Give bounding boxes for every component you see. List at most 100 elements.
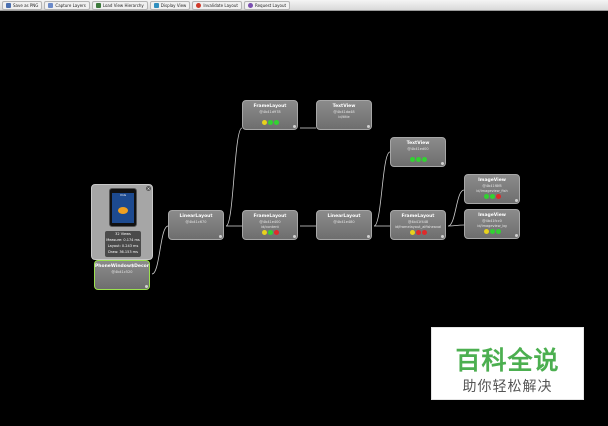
render-metrics: 32 Views Measure: 0.174 ms Layout: 0.243… <box>105 231 141 257</box>
node-corner-icon <box>515 199 518 202</box>
request-icon <box>247 2 253 8</box>
node-title: ImageView <box>478 178 506 183</box>
node-res-id: id/framelayout_alfisheaval <box>394 225 442 229</box>
hierarchy-icon <box>95 2 101 8</box>
close-icon[interactable]: × <box>146 186 151 191</box>
node-id: @4b41da48 <box>333 110 355 114</box>
wire-linear-to-frame-top <box>225 127 243 227</box>
node-corner-icon <box>293 125 296 128</box>
status-dot <box>409 157 415 162</box>
request-layout-button[interactable]: Request Layout <box>243 0 291 10</box>
node-id: @4b41c670 <box>185 220 207 224</box>
phone-preview: ImG fish <box>109 188 137 227</box>
status-dot <box>273 230 279 235</box>
status-dots <box>391 157 445 162</box>
status-dot <box>483 194 489 199</box>
node-corner-icon <box>367 125 370 128</box>
node-corner-icon <box>367 235 370 238</box>
node-res-id: id/content <box>261 225 279 229</box>
display-icon <box>153 2 159 8</box>
save-as-png-label: Save as PNG <box>13 2 39 8</box>
save-icon <box>6 2 11 8</box>
status-dot <box>267 230 273 235</box>
status-dot <box>261 230 267 235</box>
node-frame-layout-fish[interactable]: FrameLayout @4b41f448 id/framelayout_alf… <box>390 210 446 240</box>
status-dot <box>261 120 267 125</box>
node-title: FrameLayout <box>401 214 435 219</box>
node-decor-view[interactable]: PhoneWindow$DecorView @4b41c520 <box>94 260 150 290</box>
node-textview-title[interactable]: TextView @4b41da48 id/title <box>316 100 372 130</box>
phone-screen: ImG fish <box>112 193 134 223</box>
phone-screen-label: ImG <box>119 193 127 197</box>
toolbar: Save as PNG Capture Layers Load View Hie… <box>0 0 608 11</box>
fish-icon: fish <box>118 207 128 214</box>
capture-layers-label: Capture Layers <box>55 2 86 8</box>
request-layout-label: Request Layout <box>254 2 287 8</box>
status-dot <box>489 229 495 234</box>
status-dot <box>415 230 421 235</box>
node-title: LinearLayout <box>179 214 213 219</box>
node-imageview-fish[interactable]: ImageView @4b41f8f8 id/imageview_fish <box>464 174 520 204</box>
node-corner-icon <box>219 235 222 238</box>
save-as-png-button[interactable]: Save as PNG <box>2 0 43 10</box>
status-dot <box>495 194 501 199</box>
display-view-label: Display View <box>160 2 187 8</box>
status-dots <box>243 120 297 125</box>
invalidate-layout-button[interactable]: Invalidate Layout <box>192 0 242 10</box>
status-dot <box>421 230 427 235</box>
layers-icon <box>48 2 54 8</box>
node-res-id: id/imageview_fish <box>476 189 508 193</box>
load-view-hierarchy-label: Load View Hierarchy <box>102 2 144 8</box>
node-id: @4b41e400 <box>259 220 281 224</box>
status-dots <box>465 194 519 199</box>
node-corner-icon <box>441 235 444 238</box>
node-id: @4b41c520 <box>111 270 133 274</box>
load-view-hierarchy-button[interactable]: Load View Hierarchy <box>91 0 148 10</box>
capture-layers-button[interactable]: Capture Layers <box>44 0 90 10</box>
node-linear-layout-inner[interactable]: LinearLayout @4b41e480 <box>316 210 372 240</box>
node-id: @4b41d978 <box>259 110 281 114</box>
node-id: @4b41f448 <box>407 220 429 224</box>
node-title: FrameLayout <box>253 104 287 109</box>
node-id: @4b41e480 <box>333 220 355 224</box>
node-imageview-bg[interactable]: ImageView @4b41fcc0 id/imageview_bg <box>464 209 520 239</box>
node-id: @4b41ed00 <box>407 147 429 151</box>
watermark-subtitle: 助你轻松解决 <box>462 379 553 395</box>
watermark-logo: 百科全说 助你轻松解决 <box>431 327 584 400</box>
status-dot <box>495 229 501 234</box>
metric-draw: Draw: 36.153 ms <box>108 250 138 254</box>
wire-decor-to-linear <box>151 225 169 275</box>
node-id: @4b41f8f8 <box>482 184 502 188</box>
status-dot <box>273 120 279 125</box>
node-corner-icon <box>293 235 296 238</box>
node-title: ImageView <box>478 213 506 218</box>
wire-linear-to-textview <box>373 151 391 227</box>
node-linear-layout-root[interactable]: LinearLayout @4b41c670 <box>168 210 224 240</box>
node-title: TextView <box>332 104 356 109</box>
status-dot <box>489 194 495 199</box>
wire-frame-to-imageview-fish <box>447 189 465 227</box>
node-textview[interactable]: TextView @4b41ed00 <box>390 137 446 167</box>
node-title: PhoneWindow$DecorView <box>95 264 149 269</box>
status-dots <box>243 230 297 235</box>
node-corner-icon <box>145 285 148 288</box>
node-res-id: id/imageview_bg <box>477 224 507 228</box>
status-dot <box>483 229 489 234</box>
node-title: FrameLayout <box>253 214 287 219</box>
invalidate-layout-label: Invalidate Layout <box>203 2 238 8</box>
view-preview-card: × ImG fish 32 Views Measure: 0.174 ms La… <box>91 184 153 260</box>
status-dots <box>391 230 445 235</box>
status-dot <box>415 157 421 162</box>
node-frame-layout-top[interactable]: FrameLayout @4b41d978 <box>242 100 298 130</box>
node-id: @4b41fcc0 <box>482 219 502 223</box>
status-dot <box>421 157 427 162</box>
node-frame-layout-content[interactable]: FrameLayout @4b41e400 id/content <box>242 210 298 240</box>
watermark-title: 百科全说 <box>455 346 560 375</box>
status-dot <box>409 230 415 235</box>
display-view-button[interactable]: Display View <box>149 0 191 10</box>
invalidate-icon <box>196 2 202 8</box>
status-dot <box>267 120 273 125</box>
node-corner-icon <box>441 162 444 165</box>
node-corner-icon <box>515 234 518 237</box>
node-title: TextView <box>406 141 430 146</box>
